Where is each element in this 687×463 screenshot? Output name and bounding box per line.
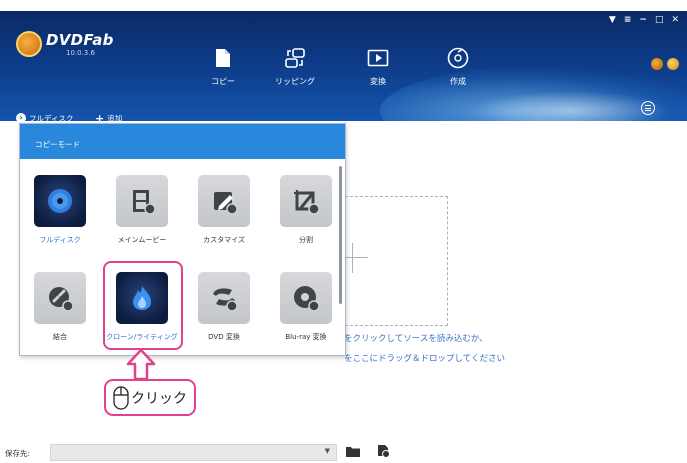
iso-icon[interactable] <box>376 444 390 458</box>
tab-copy-label: コピー <box>211 77 235 86</box>
mode-customize-label: カスタマイズ <box>203 236 245 244</box>
dvdfab-window: DVDFab 10.0.3.6 コピー リッピング 変換 作成 ▼ ≡ − □ … <box>0 0 687 463</box>
mouse-icon <box>113 385 129 410</box>
tab-ripper-label: リッピング <box>275 77 315 86</box>
restore-icon[interactable]: □ <box>655 15 664 25</box>
menu-icon[interactable] <box>641 101 655 115</box>
app-version: 10.0.3.6 <box>66 49 95 57</box>
merge-icon <box>34 272 86 324</box>
bluray-convert-icon <box>280 272 332 324</box>
app-logo: DVDFab 10.0.3.6 <box>16 31 114 57</box>
mode-dvd-convert[interactable]: DVD 変換 <box>188 272 260 342</box>
full-disc-icon <box>34 175 86 227</box>
minimize-icon[interactable]: − <box>639 15 647 25</box>
folder-icon[interactable] <box>346 446 360 457</box>
clone-burn-highlight <box>103 261 183 350</box>
avatar-icon[interactable] <box>651 58 663 70</box>
chevron-down-icon[interactable]: ▼ <box>325 447 330 455</box>
full-disc-button[interactable]: › フルディスク <box>16 111 73 121</box>
customize-icon <box>198 175 250 227</box>
mascot-icon <box>16 31 42 57</box>
save-to-label: 保存先: <box>5 449 31 458</box>
plus-icon: + <box>95 111 105 122</box>
drop-hint-line1: をクリックしてソースを読み込むか、 <box>344 334 488 344</box>
copy-mode-header: コピーモード <box>20 124 345 159</box>
creator-icon <box>428 45 488 71</box>
dvd-convert-icon <box>198 272 250 324</box>
callout-text: クリック <box>131 390 187 407</box>
converter-icon <box>348 45 408 71</box>
mode-merge-label: 結合 <box>53 333 67 341</box>
tab-creator[interactable]: 作成 <box>428 45 488 87</box>
save-path-field[interactable]: ▼ <box>50 444 337 461</box>
mode-full-disc[interactable]: フルディスク <box>24 175 96 245</box>
add-button[interactable]: + 追加 <box>95 111 123 122</box>
drop-hint-line2: をここにドラッグ＆ドロップしてください <box>344 354 505 364</box>
tab-converter[interactable]: 変換 <box>348 45 408 87</box>
mode-split[interactable]: 分割 <box>270 175 342 245</box>
tab-ripper[interactable]: リッピング <box>265 45 325 87</box>
mode-customize[interactable]: カスタマイズ <box>188 175 260 245</box>
add-label: 追加 <box>107 113 123 122</box>
mode-main-movie-label: メインムービー <box>117 236 167 244</box>
tab-copy[interactable]: コピー <box>193 45 253 87</box>
app-name: DVDFab <box>46 31 114 49</box>
mode-merge[interactable]: 結合 <box>24 272 96 342</box>
account-area <box>651 58 679 70</box>
mode-split-label: 分割 <box>299 236 313 244</box>
copy-icon <box>193 45 253 71</box>
window-controls: ▼ ≡ − □ ✕ <box>609 15 679 25</box>
mode-bluray-convert-label: Blu-ray 変換 <box>285 333 327 341</box>
header: DVDFab 10.0.3.6 コピー リッピング 変換 作成 ▼ ≡ − □ … <box>0 11 687 121</box>
main-movie-icon <box>116 175 168 227</box>
mode-dvd-convert-label: DVD 変換 <box>208 333 240 341</box>
ripper-icon <box>265 45 325 71</box>
chevron-icon: › <box>16 113 26 121</box>
split-icon <box>280 175 332 227</box>
tab-creator-label: 作成 <box>450 77 466 86</box>
tab-converter-label: 変換 <box>370 77 386 86</box>
close-icon[interactable]: ✕ <box>671 15 679 25</box>
dropdown-icon[interactable]: ▼ <box>609 15 616 25</box>
notification-icon[interactable] <box>667 58 679 70</box>
full-disc-label: フルディスク <box>29 113 74 122</box>
callout-arrow-icon <box>126 348 156 381</box>
click-callout: クリック <box>104 379 196 416</box>
mode-main-movie[interactable]: メインムービー <box>106 175 178 245</box>
mode-full-disc-label: フルディスク <box>39 236 81 244</box>
mode-bluray-convert[interactable]: Blu-ray 変換 <box>270 272 342 342</box>
download-icon[interactable]: ≡ <box>624 15 632 25</box>
drop-plus-icon-vertical <box>352 243 353 273</box>
